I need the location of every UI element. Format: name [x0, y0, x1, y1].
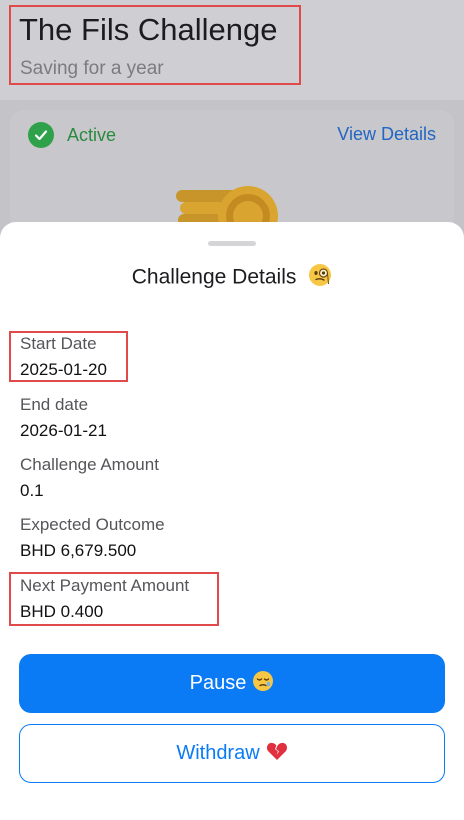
detail-challenge-amount: Challenge Amount 0.1 — [20, 454, 159, 502]
sheet-title-text: Challenge Details — [131, 265, 297, 289]
sheet-grabber[interactable] — [208, 241, 256, 246]
pause-button-label: Pause — [189, 672, 247, 694]
detail-label: Challenge Amount — [20, 455, 159, 474]
view-details-link[interactable]: View Details — [337, 124, 436, 145]
status-label: Active — [67, 124, 117, 145]
status-indicator: Active — [28, 121, 116, 149]
broken-heart-icon — [266, 740, 288, 768]
monocle-face-icon — [308, 263, 332, 293]
sheet-title: Challenge Details — [0, 263, 464, 293]
coins-icon — [176, 182, 288, 246]
page-title: The Fils Challenge — [19, 12, 278, 47]
detail-value: BHD 0.400 — [20, 602, 104, 621]
detail-end-date: End date 2026-01-21 — [20, 394, 107, 442]
detail-next-payment: Next Payment Amount BHD 0.400 — [20, 575, 189, 623]
page-subtitle: Saving for a year — [20, 58, 164, 79]
detail-start-date: Start Date 2025-01-20 — [20, 333, 107, 381]
detail-label: Next Payment Amount — [20, 576, 190, 595]
detail-value: 0.1 — [20, 481, 44, 500]
detail-value: 2025-01-20 — [20, 360, 107, 379]
pause-button[interactable]: Pause — [19, 654, 445, 713]
detail-value: 2026-01-21 — [20, 421, 107, 440]
detail-label: End date — [20, 395, 89, 414]
check-circle-icon — [28, 122, 54, 148]
withdraw-button-label: Withdraw — [176, 742, 260, 764]
challenge-details-sheet: Challenge Details Start Date 2025-01-20 … — [0, 222, 464, 820]
detail-label: Start Date — [20, 334, 97, 353]
withdraw-button[interactable]: Withdraw — [19, 724, 445, 783]
detail-expected-outcome: Expected Outcome BHD 6,679.500 — [20, 514, 165, 562]
detail-value: BHD 6,679.500 — [20, 541, 137, 560]
detail-label: Expected Outcome — [20, 515, 165, 534]
sleepy-face-icon — [252, 670, 274, 698]
